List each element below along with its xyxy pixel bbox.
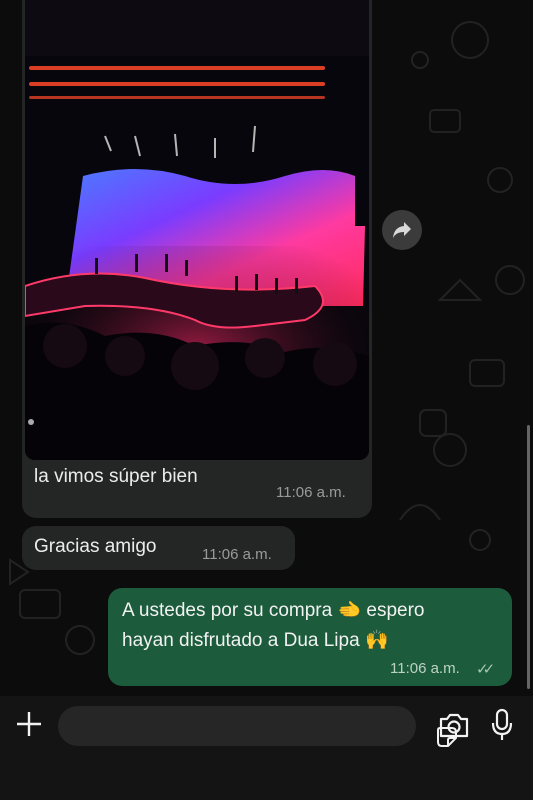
- media-caption: la vimos súper bien: [34, 466, 198, 487]
- message-composer: [0, 696, 533, 800]
- incoming-media-message[interactable]: la vimos súper bien 11:06 a.m.: [22, 0, 372, 518]
- message-text: Gracias amigo: [34, 536, 157, 557]
- microphone-icon[interactable]: [490, 708, 514, 742]
- plus-icon[interactable]: [14, 709, 44, 739]
- forward-button[interactable]: [382, 210, 422, 250]
- message-time: 11:06 a.m.: [202, 546, 272, 563]
- message-input[interactable]: [58, 706, 457, 747]
- concert-photo[interactable]: [25, 0, 369, 460]
- camera-icon[interactable]: [438, 711, 470, 739]
- incoming-text-message[interactable]: Gracias amigo 11:06 a.m.: [22, 526, 295, 570]
- read-receipt-icon: ✓✓: [476, 661, 495, 678]
- message-time: 11:06 a.m.: [390, 660, 460, 677]
- message-time: 11:06 a.m.: [276, 484, 346, 501]
- message-text-line-2: hayan disfrutado a Dua Lipa 🙌: [122, 630, 389, 651]
- outgoing-text-message[interactable]: A ustedes por su compra 🫲 espero hayan d…: [108, 588, 512, 686]
- chat-area[interactable]: la vimos súper bien 11:06 a.m. Gracias a…: [0, 0, 533, 696]
- message-text-line-1: A ustedes por su compra 🫲 espero: [122, 600, 425, 621]
- forward-icon: [393, 222, 411, 238]
- scrollbar[interactable]: [527, 425, 530, 689]
- concert-image: [25, 0, 369, 460]
